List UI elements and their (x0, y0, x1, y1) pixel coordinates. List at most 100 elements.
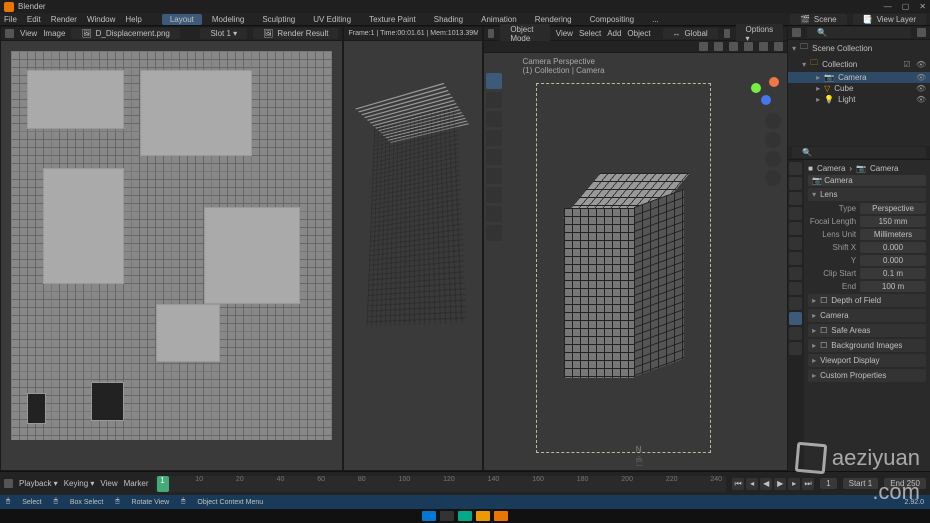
minimize-button[interactable]: — (884, 2, 892, 11)
menu-help[interactable]: Help (125, 15, 141, 24)
proptab-material[interactable] (789, 327, 802, 340)
tool-scale[interactable] (486, 149, 502, 165)
shade-wire-icon[interactable] (729, 42, 738, 51)
nav-gizmo[interactable] (747, 73, 781, 107)
clip-start[interactable]: 0.1 m (860, 268, 926, 279)
proptab-object[interactable] (789, 237, 802, 250)
tab-uv[interactable]: UV Editing (305, 14, 359, 25)
viewport-canvas[interactable]: Camera Perspective (1) Collection | Came… (484, 53, 787, 470)
shade-render-icon[interactable] (774, 42, 783, 51)
camera-gizmo[interactable] (765, 151, 781, 167)
tab-rendering[interactable]: Rendering (527, 14, 580, 25)
orient-selector[interactable]: ↔ Global (663, 28, 718, 39)
vp-menu-object[interactable]: Object (627, 29, 650, 38)
vp-menu-view[interactable]: View (556, 29, 573, 38)
outliner-item-light[interactable]: ▸💡Light 👁 (788, 94, 930, 105)
section-vpdisplay[interactable]: ▸Viewport Display (808, 354, 926, 367)
proptab-physics[interactable] (789, 282, 802, 295)
tab-layout[interactable]: Layout (162, 14, 202, 25)
tab-more[interactable]: ... (644, 14, 667, 25)
vp-menu-add[interactable]: Add (607, 29, 621, 38)
section-dof[interactable]: ▸☐Depth of Field (808, 294, 926, 307)
tl-playback[interactable]: Playback ▾ (19, 479, 58, 488)
tool-addcube[interactable] (486, 225, 502, 241)
snap-icon[interactable] (724, 29, 730, 38)
section-camera[interactable]: ▸Camera (808, 309, 926, 322)
proptab-world[interactable] (789, 222, 802, 235)
tab-shading[interactable]: Shading (426, 14, 471, 25)
outliner-collection[interactable]: ▾🗀Collection ☑👁 (788, 56, 930, 72)
shade-matprev-icon[interactable] (759, 42, 768, 51)
camera-datablock[interactable]: 📷 Camera (808, 175, 926, 186)
move-gizmo[interactable] (765, 132, 781, 148)
close-button[interactable]: ✕ (919, 2, 926, 11)
props-search[interactable]: 🔍 (792, 147, 926, 158)
jump-start[interactable]: ⏮ (732, 478, 744, 490)
menu-render[interactable]: Render (51, 15, 77, 24)
section-lens[interactable]: ▾Lens (808, 188, 926, 201)
proptab-viewlayer[interactable] (789, 192, 802, 205)
overlay-icon[interactable] (699, 42, 708, 51)
menu-window[interactable]: Window (87, 15, 115, 24)
tool-annotate[interactable] (486, 187, 502, 203)
outliner-item-camera[interactable]: ▸📷Camera 👁 (788, 72, 930, 83)
cube-object[interactable] (559, 173, 679, 373)
timeline-icon[interactable] (4, 479, 13, 488)
viewport-icon[interactable] (488, 29, 494, 38)
taskbar-start[interactable] (422, 511, 436, 521)
proptab-modifiers[interactable] (789, 252, 802, 265)
keyframe-prev[interactable]: ◂ (746, 478, 758, 490)
lens-unit[interactable]: Millimeters (860, 229, 926, 240)
proptab-data[interactable] (789, 312, 802, 325)
tab-compositing[interactable]: Compositing (582, 14, 642, 25)
maximize-button[interactable]: ▢ (902, 2, 910, 11)
lens-type[interactable]: Perspective (860, 203, 926, 214)
timeline-track[interactable]: 01020 406080 100120140 160180200 220240 … (155, 476, 727, 492)
tl-view[interactable]: View (100, 479, 117, 488)
proptab-output[interactable] (789, 177, 802, 190)
slot-selector[interactable]: Slot 1 ▾ (200, 28, 247, 39)
uv-menu-image[interactable]: Image (43, 29, 65, 38)
persp-gizmo[interactable] (765, 170, 781, 186)
tab-modeling[interactable]: Modeling (204, 14, 252, 25)
tool-transform[interactable] (486, 168, 502, 184)
filter-icon[interactable] (917, 28, 926, 37)
tool-rotate[interactable] (486, 130, 502, 146)
uv-menu-view[interactable]: View (20, 29, 37, 38)
tab-animation[interactable]: Animation (473, 14, 525, 25)
proptab-texture[interactable] (789, 342, 802, 355)
uv-editor-icon[interactable] (5, 29, 14, 38)
play-reverse[interactable]: ◀ (760, 478, 772, 490)
menu-edit[interactable]: Edit (27, 15, 41, 24)
uv-canvas[interactable] (1, 41, 342, 470)
tool-move[interactable] (486, 111, 502, 127)
outliner-scene-collection[interactable]: ▾🗀Scene Collection (788, 40, 930, 56)
outliner-icon[interactable] (792, 28, 801, 37)
render-canvas[interactable] (344, 41, 482, 470)
outliner-item-cube[interactable]: ▸▽Cube 👁 (788, 83, 930, 94)
tab-texture[interactable]: Texture Paint (361, 14, 424, 25)
tab-sculpting[interactable]: Sculpting (254, 14, 303, 25)
focal-length[interactable]: 150 mm (860, 216, 926, 227)
section-bgimages[interactable]: ▸☐Background Images (808, 339, 926, 352)
tool-measure[interactable] (486, 206, 502, 222)
proptab-constraints[interactable] (789, 297, 802, 310)
render-result[interactable]: 🖼 Render Result (253, 28, 338, 39)
play[interactable]: ▶ (774, 478, 786, 490)
shift-y[interactable]: 0.000 (860, 255, 926, 266)
section-safeareas[interactable]: ▸☐Safe Areas (808, 324, 926, 337)
scene-selector[interactable]: 🎬 Scene (790, 14, 847, 25)
shift-x[interactable]: 0.000 (860, 242, 926, 253)
tool-select[interactable] (486, 73, 502, 89)
tl-marker[interactable]: Marker (124, 479, 149, 488)
outliner-search[interactable]: 🔍 (807, 27, 911, 38)
section-customprops[interactable]: ▸Custom Properties (808, 369, 926, 382)
taskbar-edge[interactable] (458, 511, 472, 521)
clip-end[interactable]: 100 m (860, 281, 926, 292)
playhead[interactable]: 1 (157, 476, 169, 492)
taskbar-search[interactable] (440, 511, 454, 521)
proptab-scene[interactable] (789, 207, 802, 220)
proptab-render[interactable] (789, 162, 802, 175)
zoom-gizmo[interactable] (765, 113, 781, 129)
tool-cursor[interactable] (486, 92, 502, 108)
